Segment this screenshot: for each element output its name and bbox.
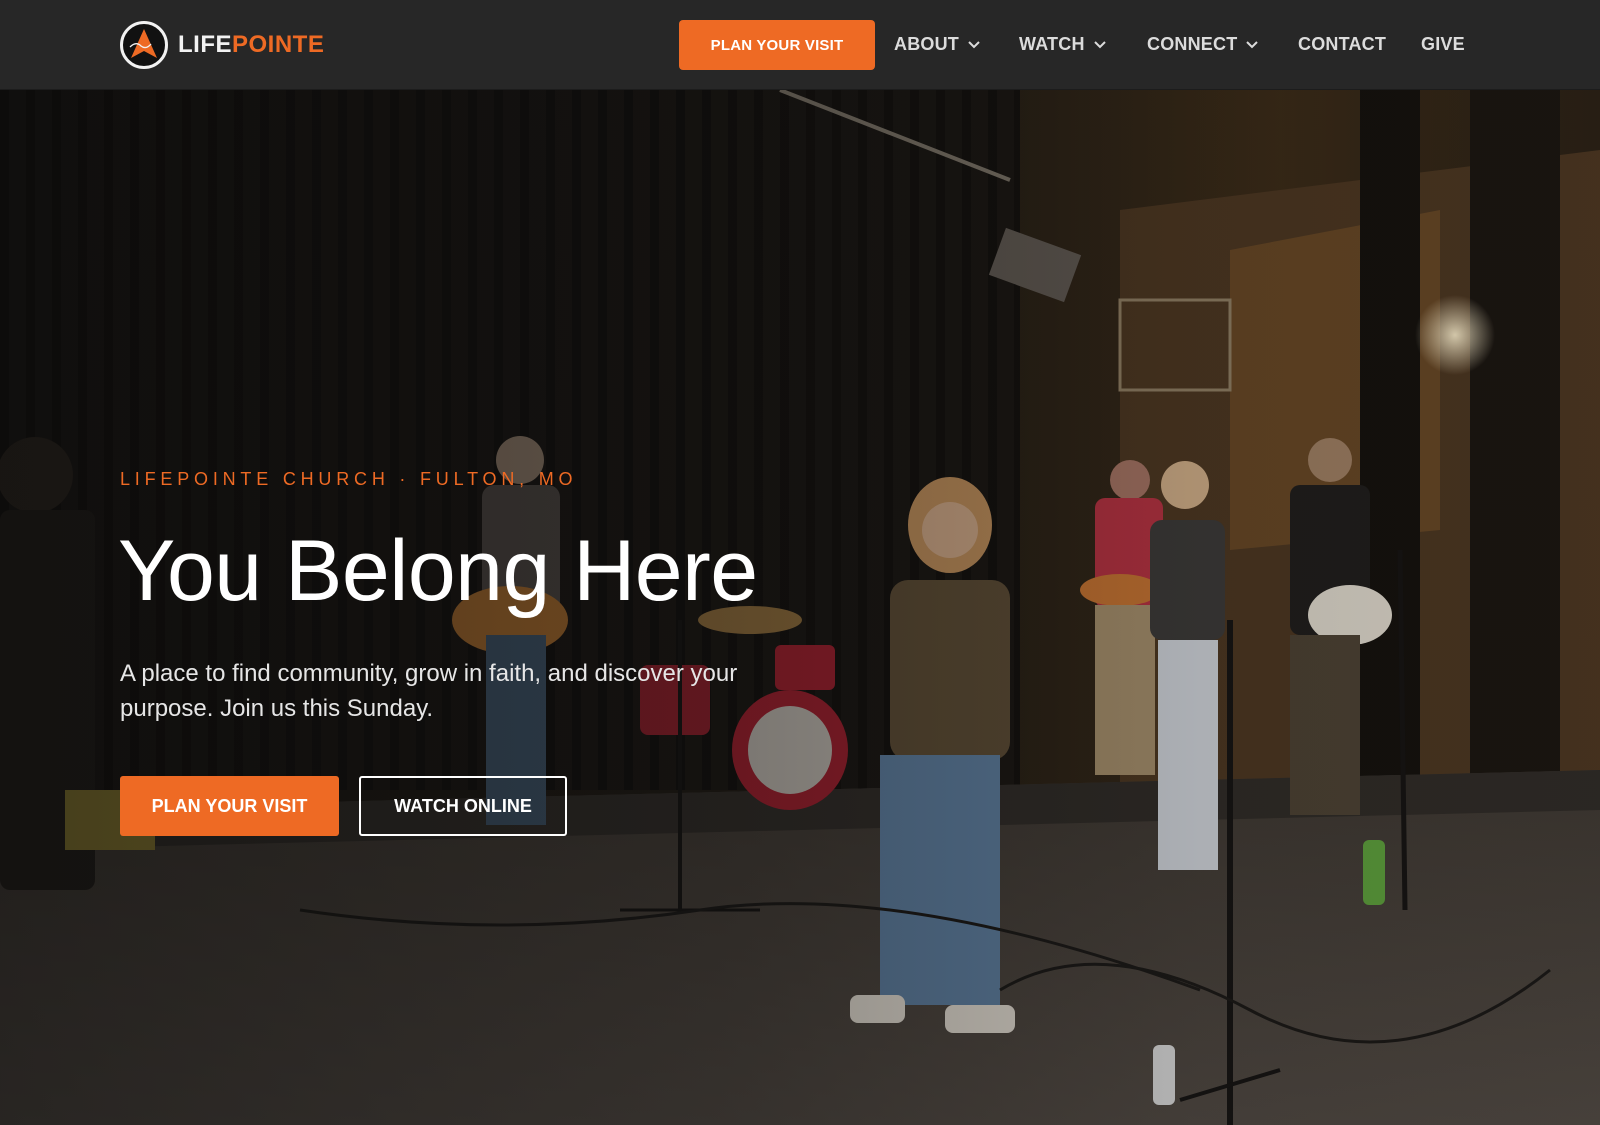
logo-wordmark: LIFEPOINTE	[178, 33, 324, 57]
nav-item-connect[interactable]: CONNECT	[1147, 32, 1259, 56]
nav-item-label: ABOUT	[894, 34, 959, 54]
hero-watch-online-button[interactable]: WATCH ONLINE	[359, 776, 567, 836]
chevron-down-icon	[1246, 41, 1259, 49]
site-header: LIFEPOINTE PLAN YOUR VISIT ABOUT WATCH C…	[0, 0, 1600, 90]
nav-item-label: WATCH	[1019, 34, 1085, 54]
nav-plan-visit-button[interactable]: PLAN YOUR VISIT	[679, 20, 875, 70]
nav-item-label: CONNECT	[1147, 34, 1238, 54]
logo-wordmark-life: LIFE	[178, 31, 232, 58]
nav-item-about[interactable]: ABOUT	[894, 32, 981, 56]
nav-item-label: CONTACT	[1298, 34, 1387, 54]
nav-item-label: GIVE	[1421, 34, 1465, 54]
hero-eyebrow: LIFEPOINTE CHURCH · FULTON, MO	[120, 469, 578, 489]
nav-item-watch[interactable]: WATCH	[1019, 32, 1107, 56]
lifepointe-logo-icon	[120, 21, 168, 69]
hero-subtext: A place to find community, grow in faith…	[120, 660, 738, 722]
chevron-down-icon	[1093, 41, 1106, 49]
nav-item-contact[interactable]: CONTACT	[1298, 32, 1386, 56]
chevron-down-icon	[968, 41, 980, 49]
logo[interactable]: LIFEPOINTE	[120, 19, 324, 71]
hero-headline: You Belong Here	[118, 523, 758, 619]
hero-plan-visit-button[interactable]: PLAN YOUR VISIT	[120, 776, 339, 836]
logo-wordmark-pointe: POINTE	[232, 31, 325, 58]
nav-item-give[interactable]: GIVE	[1421, 32, 1465, 56]
